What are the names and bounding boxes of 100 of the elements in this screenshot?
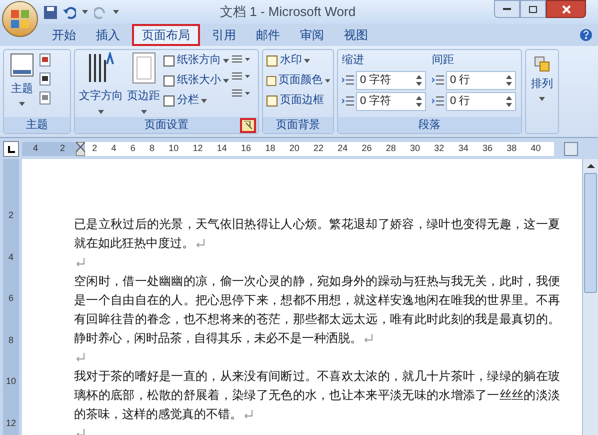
document-icon — [38, 53, 52, 67]
ruler-number: 12 — [6, 416, 16, 430]
ruler-number: 32 — [434, 142, 444, 156]
ruler-number: 2 — [8, 209, 14, 222]
restore-button[interactable] — [520, 0, 546, 18]
lines-icon — [432, 95, 444, 107]
ruler-number: 6 — [8, 292, 14, 305]
caret-icon — [98, 110, 104, 114]
layout-icon[interactable] — [231, 88, 251, 98]
launcher-icon — [244, 121, 252, 129]
spin-field[interactable]: 0 字符 — [356, 92, 426, 110]
spinner-icon — [416, 96, 422, 106]
ribbon-tab[interactable]: 引用 — [202, 24, 246, 46]
margins-icon — [130, 52, 156, 84]
ruler-number: 40 — [530, 142, 541, 156]
menu-button[interactable]: 水印 — [266, 52, 330, 69]
help-icon[interactable] — [580, 29, 592, 41]
group-label: 段落 — [338, 117, 521, 133]
ribbon-tab[interactable]: 页面布局 — [132, 24, 200, 46]
caret-icon — [324, 78, 330, 82]
section-label: 缩进 — [342, 52, 365, 68]
dialog-launcher-button[interactable] — [240, 118, 256, 132]
page-icon — [266, 54, 278, 66]
ruler-number: 8 — [8, 334, 14, 346]
minimize-button[interactable] — [494, 0, 520, 18]
ruler-number: 6 — [130, 142, 136, 156]
indent-marker-icon[interactable] — [76, 142, 85, 156]
undo-icon[interactable] — [63, 6, 76, 18]
ruler-number: 22 — [313, 142, 324, 156]
ruler-toggle-button[interactable] — [564, 142, 578, 156]
paragraph: 我对于茶的嗜好是一直的，从来没有间断过。不喜欢太浓的，就几十片茶叶，绿绿的躺在玻璃杯的底部，松散的舒展着，染绿了无色的水，也让本来平淡无味的水增添了一丝丝的淡淡的茶味，这样的感觉真的不错。 — [74, 368, 560, 423]
ribbon-large-button[interactable]: 页边距 — [126, 52, 161, 117]
paragraph-mark-icon — [76, 353, 85, 362]
office-logo-icon — [10, 9, 30, 29]
group-label: 页面背景 — [263, 117, 333, 133]
office-button[interactable] — [2, 1, 38, 37]
section-label: 间距 — [432, 53, 455, 68]
caret-icon — [201, 98, 207, 102]
ruler-number: 20 — [289, 142, 300, 156]
caret-icon — [223, 78, 229, 82]
ruler-number: 4 — [111, 142, 116, 156]
ruler-number: 10 — [6, 375, 16, 388]
paragraph: 空闲时，借一处幽幽的凉，偷一次心灵的静，宛如身外的躁动与狂热与我无关，此时，我便是一个自由自在的人。把心思停下来，想都不用想，就这样安逸地闲在唯我的世界里。不再有回眸往昔的眷念，也不想将来的苍茫，那些都太远太远，唯有此时此刻的我是最真切的。静时养心，闲时品茶，自得其乐，未必不是一种洒脱。 — [74, 273, 560, 347]
spin-field[interactable]: 0 行 — [446, 92, 516, 110]
ruler-number: 36 — [482, 142, 492, 156]
spinner-icon — [506, 74, 512, 86]
ruler-number: 14 — [216, 142, 227, 156]
group-label: 主题 — [4, 117, 70, 133]
caret-icon — [223, 58, 229, 62]
text-direction-icon — [87, 52, 115, 84]
document-icon — [38, 91, 52, 105]
paragraph-mark-icon — [244, 410, 253, 420]
close-button[interactable] — [546, 0, 586, 18]
close-icon — [562, 4, 570, 14]
menu-button[interactable]: 纸张方向 — [163, 52, 229, 69]
tab-stop-icon — [8, 146, 14, 152]
ruler-number: 30 — [410, 142, 420, 156]
arrange-icon — [534, 56, 550, 72]
layout-icon[interactable] — [231, 54, 251, 64]
menu-button[interactable]: 页面边框 — [266, 92, 330, 109]
page-icon — [266, 94, 278, 106]
paragraph-mark-icon — [364, 334, 373, 344]
ruler-number: 2 — [92, 142, 98, 156]
theme-icon — [10, 53, 34, 77]
ribbon-tab[interactable]: 开始 — [42, 24, 86, 46]
caret-icon — [304, 58, 310, 62]
scrollbar-thumb[interactable] — [584, 173, 597, 293]
ribbon-tab[interactable]: 审阅 — [290, 24, 334, 46]
ribbon-large-button[interactable]: 文字方向 — [78, 52, 124, 117]
ruler-number: 16 — [241, 142, 252, 156]
ruler-number: 26 — [362, 142, 372, 156]
ruler-number: 4 — [32, 142, 38, 156]
ruler-number: 4 — [8, 250, 14, 264]
page-icon — [163, 74, 175, 86]
layout-icon[interactable] — [231, 71, 251, 81]
document-icon — [38, 72, 52, 86]
ribbon-tab[interactable]: 插入 — [86, 24, 130, 46]
menu-button[interactable]: 纸张大小 — [163, 72, 229, 89]
caret-icon — [140, 110, 146, 114]
lines-icon — [342, 95, 354, 107]
group-label: 页面设置 — [144, 118, 190, 133]
spin-field[interactable]: 0 行 — [446, 70, 516, 90]
save-icon[interactable] — [44, 6, 57, 18]
caret-icon — [82, 10, 88, 14]
tab-selector-button[interactable] — [3, 141, 19, 157]
page-icon — [163, 94, 175, 106]
ribbon-tab[interactable]: 邮件 — [246, 24, 290, 46]
ruler-number: 34 — [458, 142, 468, 156]
menu-button[interactable]: 分栏 — [163, 92, 229, 109]
spinner-icon — [506, 96, 512, 106]
themes-button[interactable]: 主题 — [10, 53, 34, 117]
lines-icon — [432, 74, 444, 86]
menu-button[interactable]: 页面颜色 — [266, 72, 330, 89]
arrange-button[interactable]: 排列 — [525, 49, 559, 134]
spin-field[interactable]: 0 字符 — [356, 70, 426, 90]
ruler-number: 12 — [192, 142, 203, 156]
ribbon-tab[interactable]: 视图 — [334, 24, 378, 46]
ruler-number: 2 — [60, 142, 65, 156]
window-title: 文档 1 - Microsoft Word — [220, 3, 356, 22]
ruler-number: 38 — [506, 142, 517, 156]
